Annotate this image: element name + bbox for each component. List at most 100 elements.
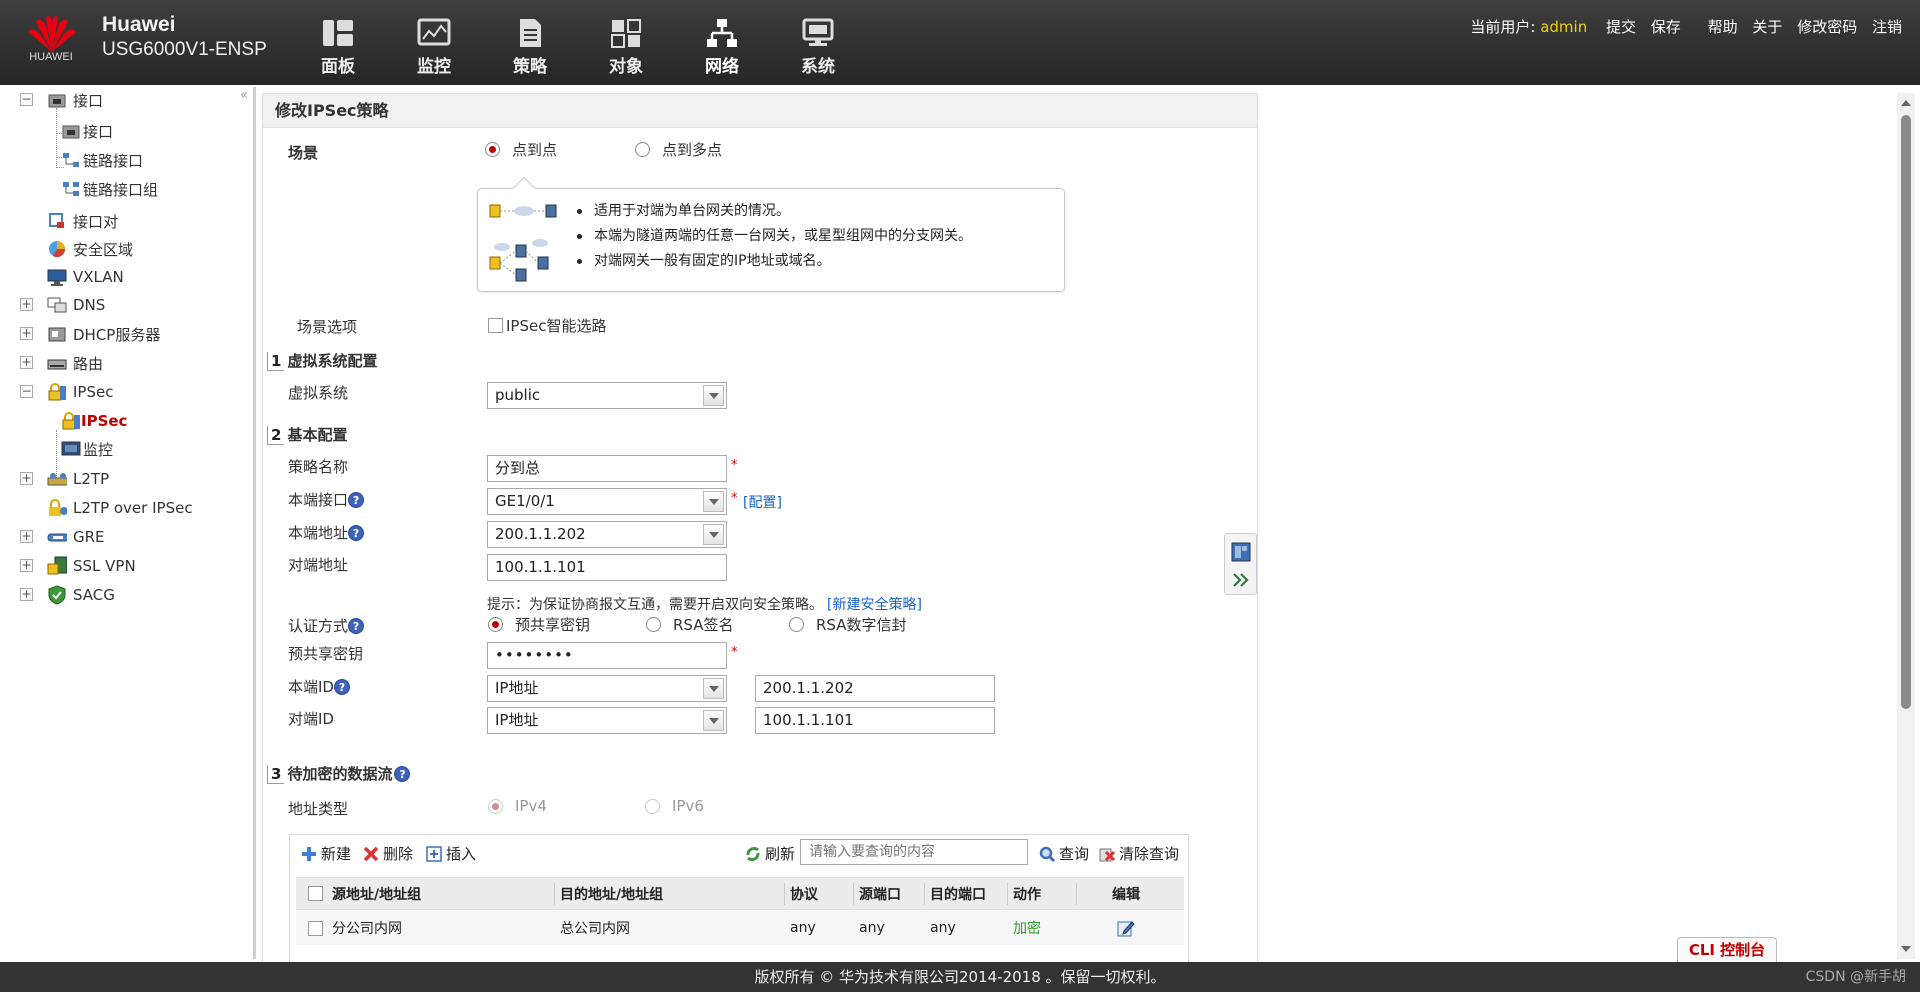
peer-id-input[interactable]: 100.1.1.101 (755, 707, 995, 734)
edit-icon[interactable] (1117, 919, 1135, 937)
sidebar-item-ipsec-monitor[interactable]: 监控 (61, 437, 113, 461)
sidebar-item-ipsec[interactable]: IPSec (61, 409, 127, 433)
chevron-down-icon[interactable] (703, 491, 724, 512)
row-edit-cell[interactable] (1076, 911, 1176, 945)
nav-monitor-label: 监控 (417, 57, 451, 77)
sidebar-item-sacg[interactable]: + SACG (20, 583, 115, 607)
local-interface-select[interactable]: GE1/0/1 (487, 488, 727, 515)
smart-routing-checkbox[interactable] (488, 318, 503, 333)
local-id-input[interactable]: 200.1.1.202 (755, 675, 995, 702)
nav-policy[interactable]: 策略 (490, 18, 570, 77)
addr-ipv6-radio[interactable] (645, 798, 660, 814)
scroll-up-icon[interactable] (1901, 100, 1911, 106)
expand-toggle-icon[interactable]: + (20, 472, 33, 485)
expand-toggle-icon[interactable]: + (20, 559, 33, 572)
sidebar-item-link-interface[interactable]: 链路接口 (61, 148, 143, 172)
psk-input[interactable]: •••••••• (487, 642, 727, 669)
smart-routing-option[interactable]: IPSec智能选路 (488, 315, 606, 336)
expand-toggle-icon[interactable]: + (20, 588, 33, 601)
collapse-toggle-icon[interactable]: − (20, 385, 33, 398)
nav-object[interactable]: 对象 (586, 18, 666, 77)
scenario-p2p-radio[interactable] (485, 142, 500, 157)
logout-link[interactable]: 注销 (1872, 18, 1902, 36)
clear-query-button[interactable]: 清除查询 (1098, 843, 1179, 864)
auth-rsa-env-radio[interactable] (789, 617, 804, 632)
help-icon[interactable]: ? (333, 679, 350, 695)
collapse-toggle-icon[interactable]: − (20, 93, 33, 106)
sidebar-item-ipsec-group[interactable]: − IPSec (20, 380, 113, 404)
sidebar-item-vxlan[interactable]: VXLAN (47, 265, 124, 289)
sidebar-item-l2tp[interactable]: + L2TP (20, 467, 109, 491)
search-input[interactable] (800, 839, 1028, 865)
expand-toggle-icon[interactable]: + (20, 298, 33, 311)
sidebar-item-interface[interactable]: 接口 (61, 119, 113, 143)
scroll-down-icon[interactable] (1901, 946, 1911, 952)
delete-button[interactable]: 删除 (362, 843, 413, 864)
about-link[interactable]: 关于 (1752, 18, 1782, 36)
nav-dashboard[interactable]: 面板 (298, 18, 378, 77)
help-icon[interactable]: ? (348, 492, 365, 508)
row-select-cell[interactable] (302, 911, 323, 945)
peer-id-type-select[interactable]: IP地址 (487, 707, 727, 734)
local-id-type-select[interactable]: IP地址 (487, 675, 727, 702)
scenario-p2mp-option[interactable]: 点到多点 (635, 139, 722, 160)
insert-button[interactable]: 插入 (425, 843, 476, 864)
expand-toggle-icon[interactable]: + (20, 530, 33, 543)
addr-ipv4-option[interactable]: IPv4 (488, 797, 547, 815)
change-password-link[interactable]: 修改密码 (1797, 18, 1857, 36)
collapse-sidebar-icon[interactable]: « (240, 88, 248, 103)
auth-psk-radio[interactable] (488, 617, 503, 632)
sidebar-item-interface-group[interactable]: − 接口 (20, 88, 103, 112)
expand-toggle-icon[interactable]: + (20, 356, 33, 369)
chevron-down-icon[interactable] (703, 524, 724, 545)
submit-link[interactable]: 提交 (1606, 18, 1636, 36)
table-row[interactable]: 分公司内网 总公司内网 any any any 加密 (296, 911, 1184, 945)
auth-rsa-sig-radio[interactable] (646, 617, 661, 632)
new-security-policy-link[interactable]: [新建安全策略] (827, 597, 922, 613)
addr-ipv6-option[interactable]: IPv6 (645, 797, 704, 815)
nav-system[interactable]: 系统 (778, 18, 858, 77)
chevron-down-icon[interactable] (703, 385, 724, 406)
row-checkbox[interactable] (308, 920, 323, 936)
policy-name-input[interactable]: 分到总 (487, 455, 727, 482)
sidebar-item-gre[interactable]: + GRE (20, 525, 105, 549)
sidebar-item-route[interactable]: + 路由 (20, 351, 103, 375)
config-interface-link[interactable]: [配置] (743, 492, 782, 512)
select-all-checkbox[interactable] (308, 886, 323, 901)
sidebar-item-dns[interactable]: + DNS (20, 293, 105, 317)
sidebar-item-l2tp-over-ipsec[interactable]: L2TP over IPSec (47, 496, 193, 520)
sidebar-item-security-zone[interactable]: 安全区域 (47, 237, 133, 261)
expand-toggle-icon[interactable]: + (20, 327, 33, 340)
auth-rsa-sig-option[interactable]: RSA签名 (646, 614, 733, 635)
local-address-select[interactable]: 200.1.1.202 (487, 521, 727, 548)
sidebar-item-interface-pair[interactable]: 接口对 (47, 209, 118, 233)
help-link[interactable]: 帮助 (1708, 18, 1738, 36)
nav-monitor[interactable]: 监控 (394, 18, 474, 77)
nav-network[interactable]: 网络 (682, 18, 762, 77)
save-link[interactable]: 保存 (1651, 18, 1681, 36)
cli-console-button[interactable]: CLI 控制台 (1677, 937, 1777, 962)
refresh-button[interactable]: 刷新 (744, 843, 795, 864)
scroll-thumb[interactable] (1901, 115, 1911, 709)
scenario-p2p-option[interactable]: 点到点 (485, 139, 557, 160)
new-button[interactable]: 新建 (300, 843, 351, 864)
chevron-down-icon[interactable] (703, 710, 724, 731)
panel-layout-icon[interactable] (1231, 542, 1251, 562)
select-all-cell[interactable] (302, 878, 323, 909)
auth-psk-option[interactable]: 预共享密钥 (488, 614, 590, 635)
vertical-scrollbar[interactable] (1897, 93, 1915, 959)
sidebar-item-dhcp-server[interactable]: + DHCP服务器 (20, 322, 160, 346)
query-button[interactable]: 查询 (1038, 843, 1089, 864)
auth-rsa-env-option[interactable]: RSA数字信封 (789, 614, 906, 635)
vsys-select[interactable]: public (487, 382, 727, 409)
peer-address-input[interactable]: 100.1.1.101 (487, 554, 727, 581)
help-icon[interactable]: ? (348, 525, 365, 541)
help-icon[interactable]: ? (394, 766, 411, 782)
chevron-down-icon[interactable] (703, 678, 724, 699)
help-icon[interactable]: ? (348, 618, 365, 634)
sidebar-item-link-interface-group[interactable]: 链路接口组 (61, 177, 158, 201)
addr-ipv4-radio[interactable] (488, 798, 503, 814)
expand-right-icon[interactable] (1232, 572, 1250, 588)
scenario-p2mp-radio[interactable] (635, 142, 650, 157)
sidebar-item-ssl-vpn[interactable]: + SSL VPN (20, 554, 136, 578)
